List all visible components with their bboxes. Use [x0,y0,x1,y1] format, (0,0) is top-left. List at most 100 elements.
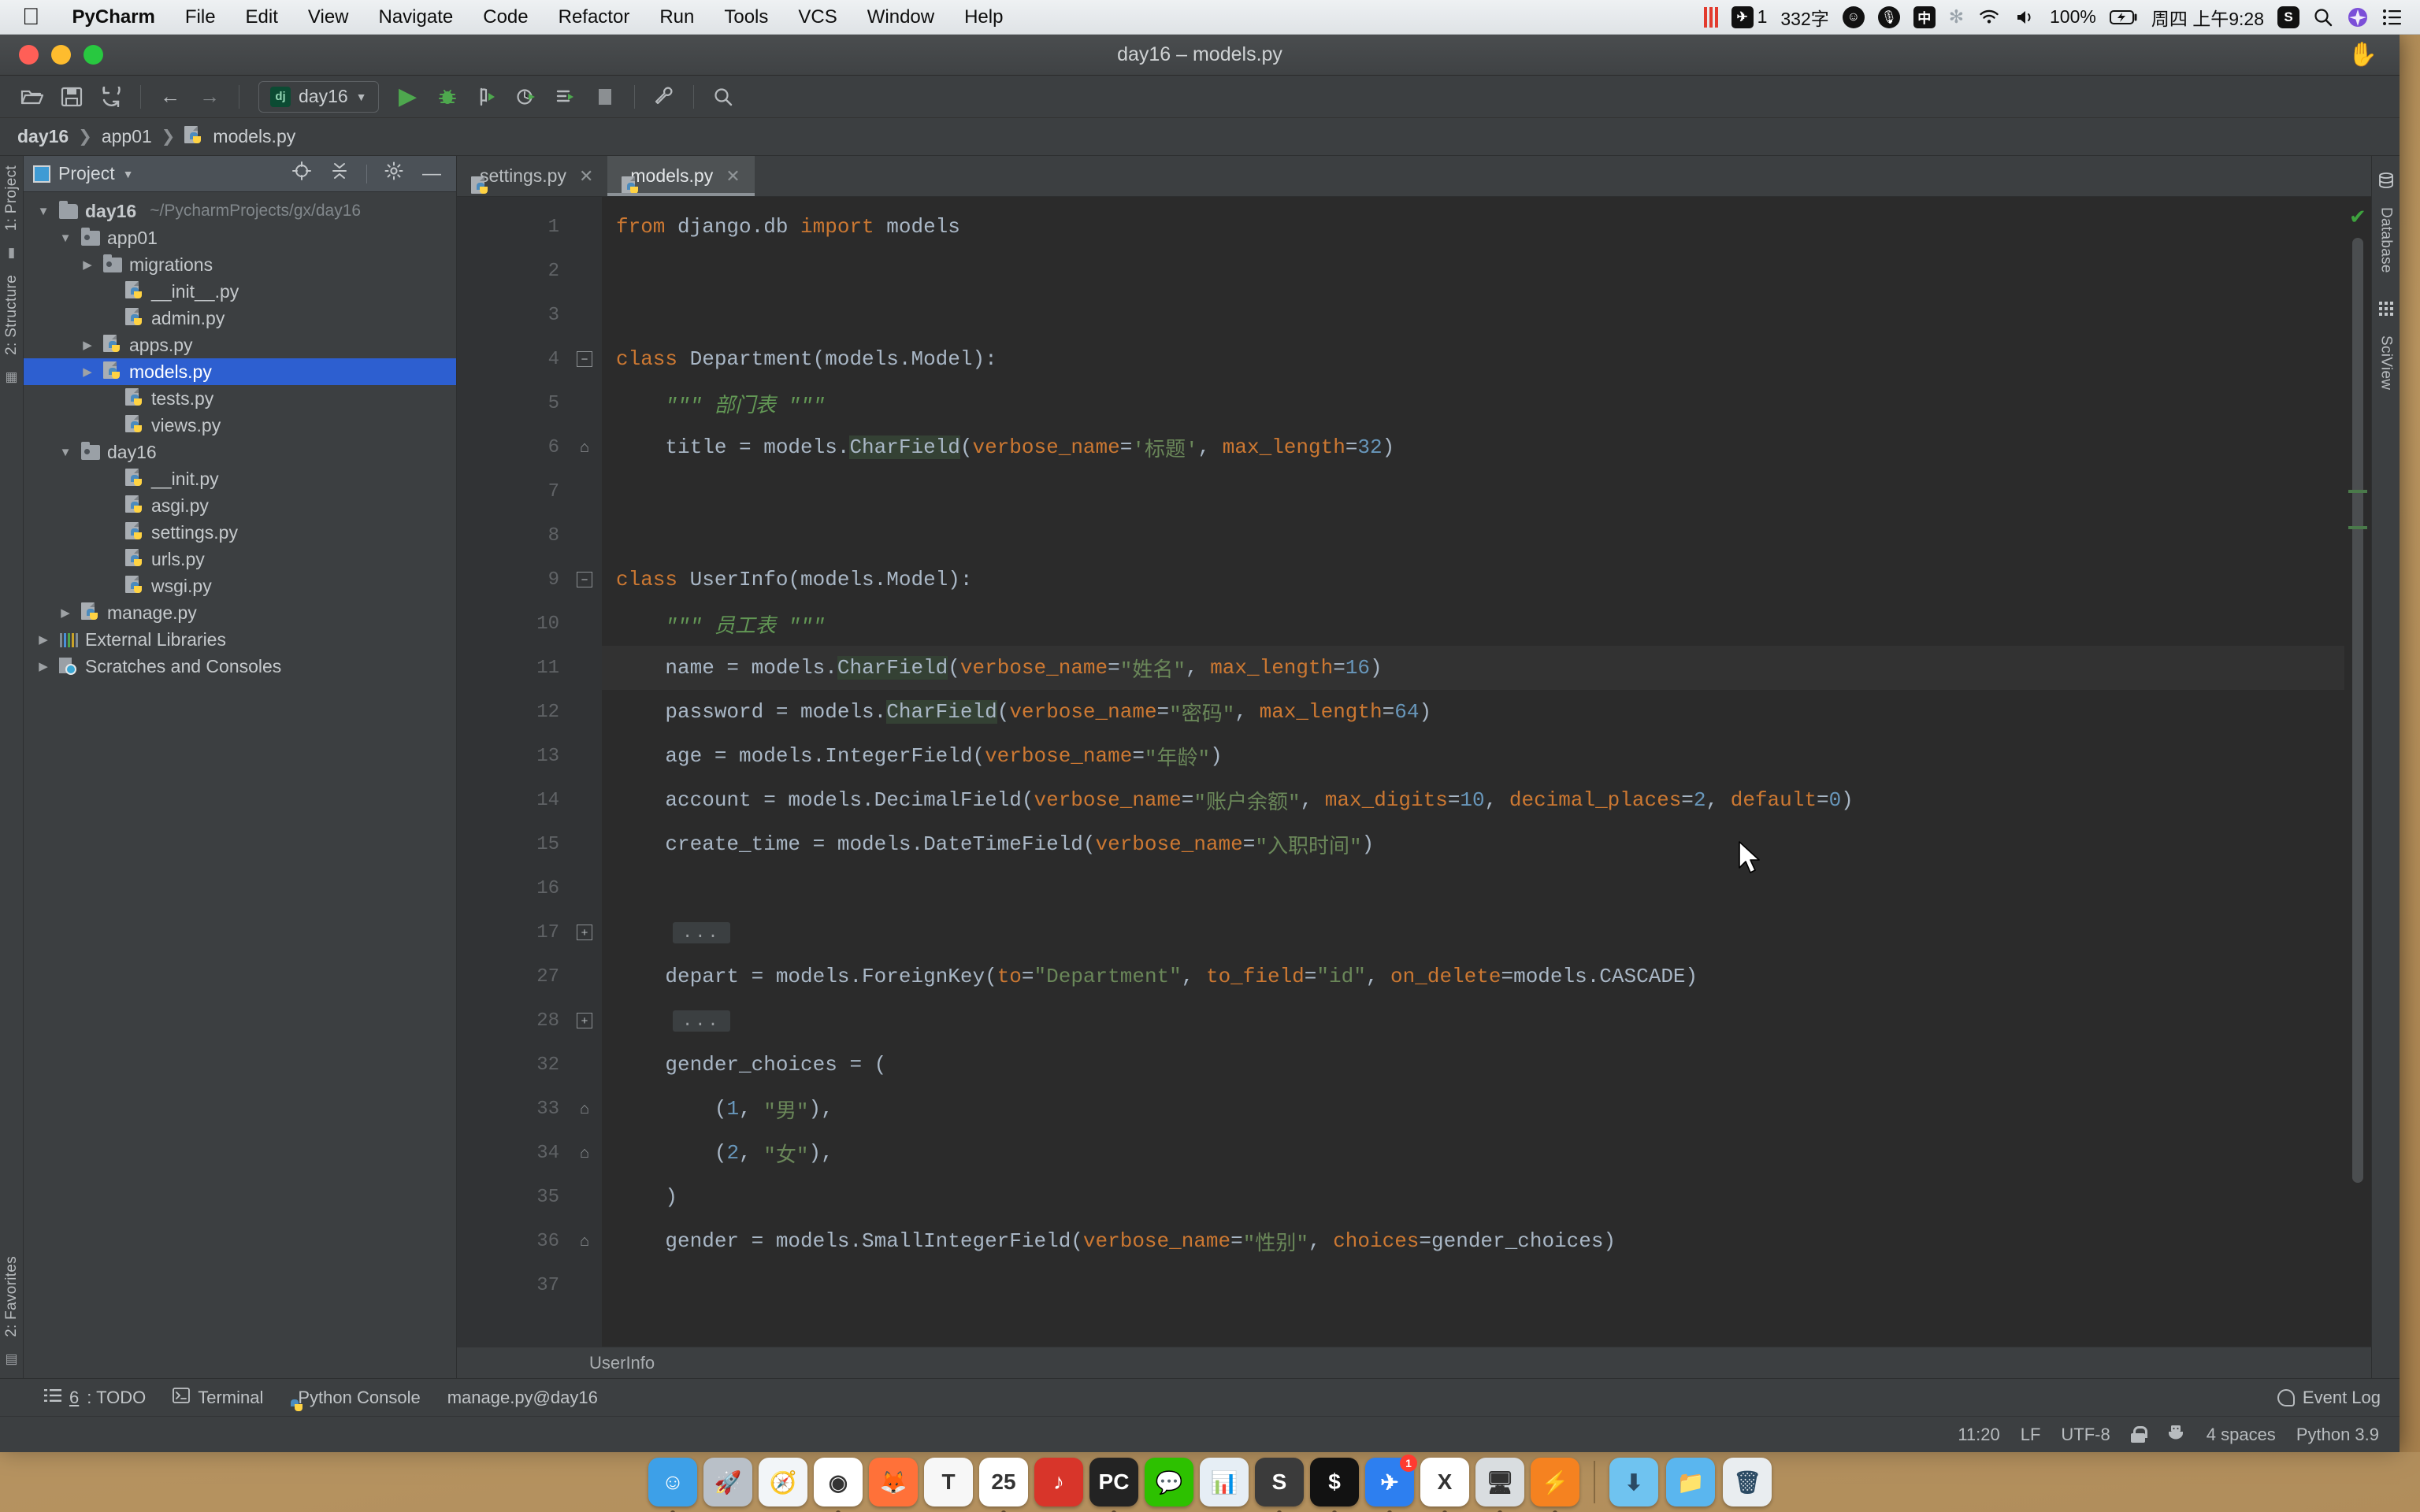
volume-icon[interactable] [2014,8,2036,27]
todo-tool-window[interactable]: 6: TODO [44,1388,146,1408]
code-line[interactable] [602,469,2344,513]
fold-collapse-icon[interactable]: − [577,351,592,367]
database-icon[interactable] [2377,167,2395,198]
code-folding-column[interactable]: −⌂−++⌂⌂⌂ [567,197,602,1347]
tree-item-models-py[interactable]: ▶models.py [24,358,456,385]
fold-region-icon[interactable]: ⌂ [580,1144,589,1162]
dock-item-iterm[interactable]: $ [1310,1458,1359,1506]
dock-item-keynote[interactable]: 📊 [1200,1458,1249,1506]
search-everywhere-icon[interactable] [705,80,741,114]
tree-item--init-py[interactable]: ·__init__.py [24,278,456,305]
menu-item-window[interactable]: Window [852,6,949,28]
tree-expand-arrow-icon[interactable]: ▶ [79,338,96,352]
tree-item-app01[interactable]: ▼app01 [24,224,456,251]
tree-expand-arrow-icon[interactable]: ▶ [35,659,52,673]
zoom-window-button[interactable] [84,45,103,65]
sidebar-item-structure[interactable]: 2: Structure [3,265,20,365]
tree-item-settings-py[interactable]: ·settings.py [24,519,456,546]
dock-item-typora[interactable]: T [924,1458,973,1506]
settings-wrench-icon[interactable] [646,80,682,114]
tree-item-day16[interactable]: ▼day16 [24,439,456,465]
mic-icon[interactable]: 🎙 [1878,6,1900,28]
siri-icon[interactable] [2347,6,2369,28]
code-line[interactable]: from django.db import models [602,205,2344,249]
tree-item--init-py[interactable]: ·__init.py [24,465,456,492]
fold-marker[interactable]: − [567,558,602,602]
code-line[interactable]: class Department(models.Model): [602,337,2344,381]
menu-item-view[interactable]: View [293,6,364,28]
lock-icon[interactable] [2131,1426,2145,1443]
tree-item-day16[interactable]: ▼day16~/PycharmProjects/gx/day16 [24,198,456,224]
shadowsocks-icon[interactable]: S [2277,6,2299,28]
fold-marker[interactable]: ⌂ [567,1131,602,1175]
apple-menu-icon[interactable]:  [0,6,58,29]
code-line[interactable]: gender = models.SmallIntegerField(verbos… [602,1219,2344,1263]
file-encoding[interactable]: UTF-8 [2061,1425,2110,1445]
folded-code-placeholder[interactable]: ... [673,922,730,943]
window-traffic-lights[interactable] [0,45,103,65]
fold-marker[interactable]: ⌂ [567,1219,602,1263]
dock-item-firefox[interactable]: 🦊 [869,1458,918,1506]
breadcrumb-item-day16[interactable]: day16 [17,126,69,147]
settings-gear-icon[interactable] [379,161,409,186]
close-window-button[interactable] [19,45,39,65]
menu-item-tools[interactable]: Tools [709,6,783,28]
fold-expand-icon[interactable]: + [577,925,592,940]
dock-item-wechat[interactable]: 💬 [1145,1458,1193,1506]
code-line[interactable] [602,249,2344,293]
spotlight-search-icon[interactable] [2313,7,2333,28]
project-file-tree[interactable]: ▼day16~/PycharmProjects/gx/day16▼app01 ▶m… [24,192,456,1378]
dock-item-safari[interactable]: 🧭 [759,1458,807,1506]
tree-expand-arrow-icon[interactable]: ▶ [35,632,52,647]
fold-marker[interactable]: + [567,910,602,954]
navigate-forward-icon[interactable]: → [191,80,228,114]
close-tab-icon[interactable]: ✕ [726,166,740,187]
structure-icon[interactable]: ▦ [5,365,17,390]
run-tool-window[interactable]: manage.py@day16 [447,1388,598,1408]
code-line[interactable]: (1, "男"), [602,1087,2344,1131]
tree-item-urls-py[interactable]: ·urls.py [24,546,456,573]
menu-item-pycharm[interactable]: PyCharm [58,6,170,28]
minimize-window-button[interactable] [51,45,71,65]
event-log-button[interactable]: Event Log [2277,1388,2400,1408]
ime-language-icon[interactable]: 中 [1913,6,1936,28]
bluetooth-icon[interactable]: ✻ [1949,6,1964,28]
dock-item-thunder[interactable]: ⚡ [1531,1458,1579,1506]
tree-item-manage-py[interactable]: ▶manage.py [24,599,456,626]
code-line[interactable] [602,513,2344,558]
stop-icon[interactable] [587,80,623,114]
control-center-icon[interactable] [2382,8,2403,27]
menu-item-help[interactable]: Help [949,6,1018,28]
code-line[interactable]: password = models.CharField(verbose_name… [602,690,2344,734]
line-separator[interactable]: LF [2021,1425,2041,1445]
tree-item-asgi-py[interactable]: ·asgi.py [24,492,456,519]
debug-bug-icon[interactable] [429,80,466,114]
menu-item-navigate[interactable]: Navigate [364,6,469,28]
editor-scrollbar[interactable]: ✔ [2344,197,2371,1347]
folded-code-placeholder[interactable]: ... [673,1010,730,1032]
code-editor[interactable]: 1234567891011121314151617272832333435363… [457,197,2371,1347]
fold-marker[interactable]: − [567,337,602,381]
fold-marker[interactable]: + [567,999,602,1043]
wifi-icon[interactable] [1977,8,2001,27]
code-breadcrumb[interactable]: UserInfo [457,1347,2371,1378]
dock-item-excel[interactable]: X [1420,1458,1469,1506]
dock-item-netease-music[interactable]: ♪ [1034,1458,1083,1506]
code-line[interactable]: (2, "女"), [602,1131,2344,1175]
indent-setting[interactable]: 4 spaces [2207,1425,2276,1445]
code-line[interactable] [602,293,2344,337]
breadcrumb-item-models-py[interactable]: models.py [213,126,295,147]
dock-item-sogou-input[interactable]: ✈1 [1365,1458,1414,1506]
dock-item-downloads-stack[interactable]: ⬇ [1609,1458,1658,1506]
fold-expand-icon[interactable]: + [577,1013,592,1028]
fold-marker[interactable]: ⌂ [567,425,602,469]
save-all-icon[interactable] [54,80,90,114]
code-line[interactable]: """ 员工表 """ [602,602,2344,646]
favorites-icon[interactable]: ▤ [5,1347,17,1378]
tree-expand-arrow-icon[interactable]: ▶ [57,606,74,620]
tree-item-apps-py[interactable]: ▶apps.py [24,332,456,358]
dock-item-pycharm[interactable]: PC [1089,1458,1138,1506]
code-line[interactable]: age = models.IntegerField(verbose_name="… [602,734,2344,778]
code-line[interactable]: ... [602,910,2344,954]
code-line[interactable] [602,866,2344,910]
